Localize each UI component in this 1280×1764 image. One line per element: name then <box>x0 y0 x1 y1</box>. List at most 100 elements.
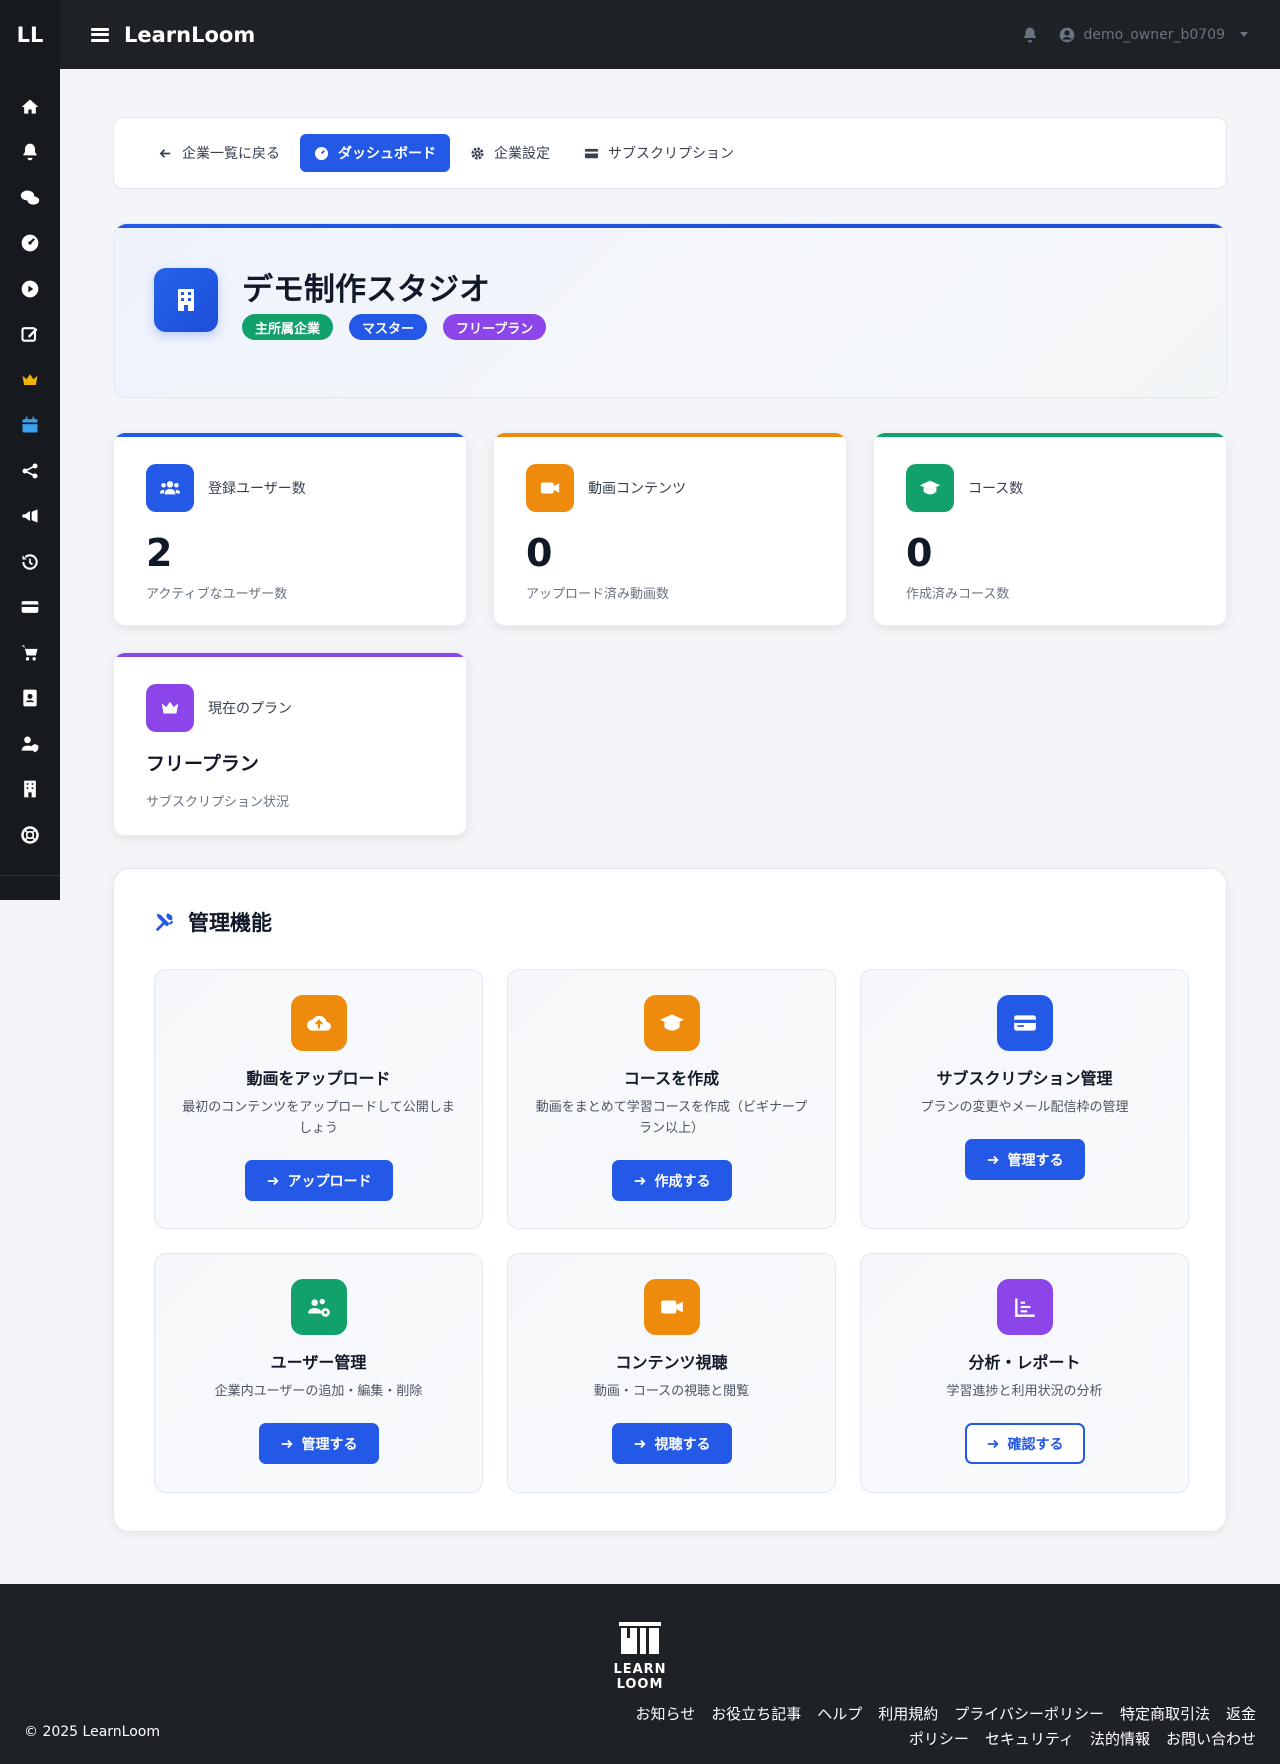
users-cog-icon <box>290 1279 347 1335</box>
footer-link[interactable]: 特定商取引法 <box>1120 1705 1210 1723</box>
sidebar-item-support[interactable] <box>0 812 60 858</box>
create-course-button-label: 作成する <box>654 1173 711 1190</box>
stat-label: 動画コンテンツ <box>588 481 686 497</box>
feature-card-create-course: コースを作成 動画をまとめて学習コースを作成（ビギナープラン以上） 作成する <box>507 969 836 1229</box>
sidebar-item-companies[interactable] <box>0 767 60 813</box>
footer-link[interactable]: ヘルプ <box>817 1705 862 1723</box>
arrow-right-icon <box>634 1439 646 1448</box>
crown-icon <box>22 373 38 385</box>
plan-name: フリープラン <box>146 753 259 775</box>
view-analytics-button[interactable]: 確認する <box>964 1423 1085 1464</box>
top-bar: LL LearnLoom demo_owner_b0709 <box>0 0 1280 69</box>
tab-subscription[interactable]: サブスクリプション <box>570 134 748 172</box>
bell-icon <box>23 143 37 161</box>
feature-card-content: コンテンツ視聴 動画・コースの視聴と閲覧 視聴する <box>507 1253 836 1493</box>
feature-title: ユーザー管理 <box>270 1353 367 1372</box>
arrow-right-icon <box>634 1176 646 1185</box>
user-menu[interactable]: demo_owner_b0709 <box>1059 27 1248 43</box>
footer: LEARN LOOM © 2025 LearnLoom お知らせ お役立ち記事 ヘル… <box>0 1584 1280 1764</box>
footer-logo[interactable]: LEARN LOOM <box>590 1622 690 1692</box>
create-course-button[interactable]: 作成する <box>611 1160 732 1201</box>
badge-plan: フリープラン <box>443 314 547 340</box>
sidebar-item-announcements[interactable] <box>0 494 60 540</box>
sidebar-item-chat[interactable] <box>0 175 60 221</box>
sidebar-item-billing[interactable] <box>0 585 60 631</box>
feature-card-upload: 動画をアップロード 最初のコンテンツをアップロードして公開しましょう アップロー… <box>154 969 483 1229</box>
feature-title: コースを作成 <box>623 1069 720 1088</box>
footer-link[interactable]: お役立ち記事 <box>711 1705 801 1723</box>
stat-label: 登録ユーザー数 <box>208 481 306 497</box>
dashboard-icon <box>21 234 39 252</box>
gear-icon <box>471 146 484 160</box>
arrow-left-icon <box>159 148 171 158</box>
app-logo[interactable]: LL <box>0 0 60 69</box>
footer-link[interactable]: セキュリティ <box>985 1730 1074 1748</box>
stat-subtext: アクティブなユーザー数 <box>146 587 288 602</box>
sidebar-item-play[interactable] <box>0 266 60 312</box>
tab-subscription-label: サブスクリプション <box>608 146 734 162</box>
stat-card-plan: 現在のプラン フリープラン サブスクリプション状況 <box>113 652 467 836</box>
sidebar-item-cart[interactable] <box>0 630 60 676</box>
watch-content-button-label: 視聴する <box>654 1436 711 1453</box>
upload-button-label: アップロード <box>287 1173 372 1190</box>
feature-card-subscription: サブスクリプション管理 プランの変更やメール配信枠の管理 管理する <box>860 969 1189 1229</box>
sidebar-item-contacts[interactable] <box>0 676 60 722</box>
stat-card-users: 登録ユーザー数 2 アクティブなユーザー数 <box>113 432 467 626</box>
building-icon <box>154 268 218 332</box>
video-icon <box>643 1279 700 1335</box>
stat-value: 0 <box>526 531 553 575</box>
tools-icon <box>155 913 174 932</box>
arrow-right-icon <box>987 1155 999 1164</box>
menu-toggle-icon[interactable] <box>91 27 109 42</box>
sidebar-item-calendar[interactable] <box>0 403 60 449</box>
username: demo_owner_b0709 <box>1083 26 1225 43</box>
sidebar-item-user-admin[interactable] <box>0 721 60 767</box>
feature-title: 動画をアップロード <box>246 1069 391 1088</box>
stat-value: 0 <box>906 531 933 575</box>
sidebar-item-home[interactable] <box>0 84 60 130</box>
tab-dashboard[interactable]: ダッシュボード <box>300 134 450 172</box>
manage-users-button[interactable]: 管理する <box>258 1423 379 1464</box>
history-icon <box>22 554 38 570</box>
view-analytics-button-label: 確認する <box>1007 1436 1064 1453</box>
stat-subtext: アップロード済み動画数 <box>526 587 670 602</box>
footer-link[interactable]: 利用規約 <box>878 1705 938 1723</box>
home-icon <box>21 99 39 114</box>
stats-grid: 登録ユーザー数 2 アクティブなユーザー数 動画コンテンツ 0 アップロード済み… <box>113 432 1227 836</box>
tab-company-settings[interactable]: 企業設定 <box>456 134 564 172</box>
copyright: © 2025 LearnLoom <box>24 1724 160 1740</box>
sidebar-item-history[interactable] <box>0 539 60 585</box>
feature-description: 企業内ユーザーの追加・編集・削除 <box>214 1384 423 1399</box>
calendar-icon <box>22 416 38 433</box>
plan-label: 現在のプラン <box>208 701 292 717</box>
sidebar-item-dashboard[interactable] <box>0 221 60 267</box>
main-content: 企業一覧に戻る ダッシュボード 企業設定 サブスクリプション デモ制作スタジオ … <box>113 117 1227 1532</box>
back-to-companies-link[interactable]: 企業一覧に戻る <box>144 134 294 172</box>
tab-company-settings-label: 企業設定 <box>494 146 550 162</box>
footer-link[interactable]: プライバシーポリシー <box>954 1705 1104 1723</box>
edit-icon <box>21 327 38 342</box>
graduation-cap-icon <box>643 995 700 1051</box>
graduation-cap-icon <box>906 464 954 512</box>
sidebar-item-plan[interactable] <box>0 357 60 403</box>
footer-link[interactable]: 法的情報 <box>1090 1730 1150 1748</box>
footer-links: お知らせ お役立ち記事 ヘルプ 利用規約 プライバシーポリシー 特定商取引法 返金ポリシーセ… <box>616 1702 1256 1752</box>
upload-button[interactable]: アップロード <box>244 1160 393 1201</box>
app-brand[interactable]: LearnLoom <box>124 23 255 47</box>
stat-label: コース数 <box>968 481 1024 497</box>
feature-description: 学習進捗と利用状況の分析 <box>946 1384 1103 1399</box>
badge-primary-company: 主所属企業 <box>242 314 334 340</box>
notification-bell-icon[interactable] <box>1021 26 1039 44</box>
manage-users-button-label: 管理する <box>301 1436 358 1453</box>
footer-logo-text: LEARN LOOM <box>613 1662 667 1692</box>
watch-content-button[interactable]: 視聴する <box>611 1423 732 1464</box>
sidebar-item-share[interactable] <box>0 448 60 494</box>
lifebuoy-icon <box>21 826 39 844</box>
sidebar-item-edit[interactable] <box>0 312 60 358</box>
manage-subscription-button[interactable]: 管理する <box>964 1139 1085 1180</box>
feature-card-users: ユーザー管理 企業内ユーザーの追加・編集・削除 管理する <box>154 1253 483 1493</box>
footer-link[interactable]: お知らせ <box>636 1705 696 1723</box>
sidebar-item-notifications[interactable] <box>0 130 60 176</box>
badge-master: マスター <box>349 314 428 340</box>
footer-link[interactable]: お問い合わせ <box>1166 1730 1256 1748</box>
